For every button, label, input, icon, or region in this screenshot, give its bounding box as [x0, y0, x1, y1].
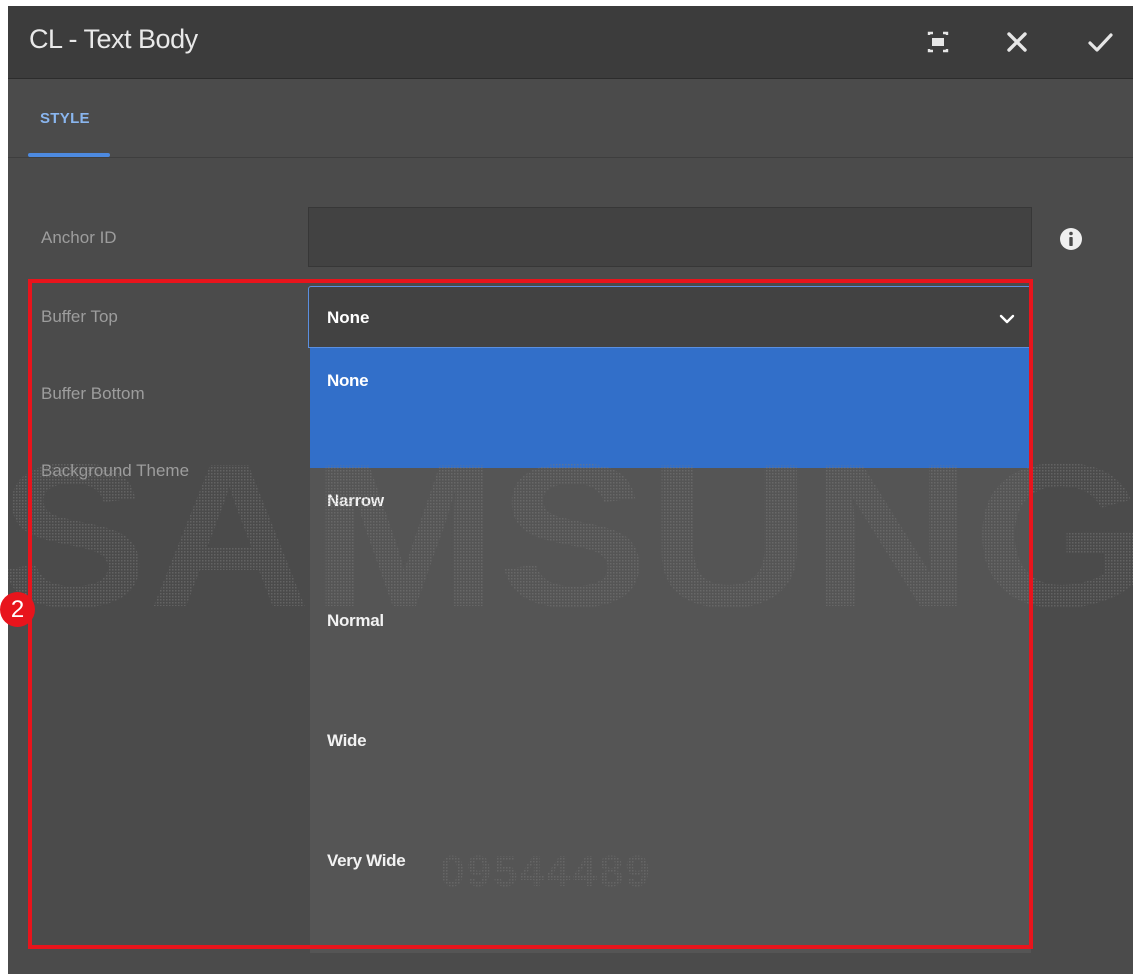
option-label: None — [327, 371, 369, 390]
anchor-id-label: Anchor ID — [41, 228, 117, 247]
info-icon[interactable] — [1058, 226, 1084, 252]
option-none[interactable]: None — [310, 348, 1031, 468]
dialog-title: CL - Text Body — [29, 24, 198, 54]
background-theme-label: Background Theme — [41, 461, 190, 480]
done-button[interactable] — [1084, 26, 1116, 58]
step-number-badge: 2 — [0, 592, 35, 627]
anchor-id-input[interactable] — [308, 207, 1032, 267]
option-label: Narrow — [327, 491, 384, 510]
option-normal[interactable]: Normal — [310, 588, 1031, 708]
tab-bar: STYLE — [8, 79, 1133, 158]
fullscreen-button[interactable] — [922, 26, 954, 58]
tab-style[interactable]: STYLE — [28, 79, 110, 157]
option-wide[interactable]: Wide — [310, 708, 1031, 828]
option-narrow[interactable]: Narrow — [310, 468, 1031, 588]
buffer-bottom-label: Buffer Bottom — [41, 384, 145, 403]
tab-active-indicator — [28, 153, 110, 157]
check-icon — [1088, 33, 1113, 52]
fullscreen-icon — [927, 31, 949, 53]
close-icon — [1007, 32, 1027, 52]
option-label: Very Wide — [327, 851, 406, 870]
option-label: Normal — [327, 611, 384, 630]
dialog-titlebar: CL - Text Body — [8, 6, 1133, 79]
option-very-wide[interactable]: Very Wide — [310, 828, 1031, 948]
buffer-top-select[interactable]: None — [308, 286, 1032, 348]
tab-style-label: STYLE — [40, 110, 90, 127]
buffer-top-options-list: None Narrow Normal Wide Very Wide — [310, 348, 1031, 953]
buffer-top-label: Buffer Top — [41, 307, 118, 326]
close-button[interactable] — [1001, 26, 1033, 58]
dialog: CL - Text Body STYLE Anchor ID Buffer To… — [8, 6, 1133, 974]
chevron-down-icon — [999, 314, 1015, 324]
buffer-top-selected-value: None — [327, 308, 370, 327]
option-label: Wide — [327, 731, 367, 750]
